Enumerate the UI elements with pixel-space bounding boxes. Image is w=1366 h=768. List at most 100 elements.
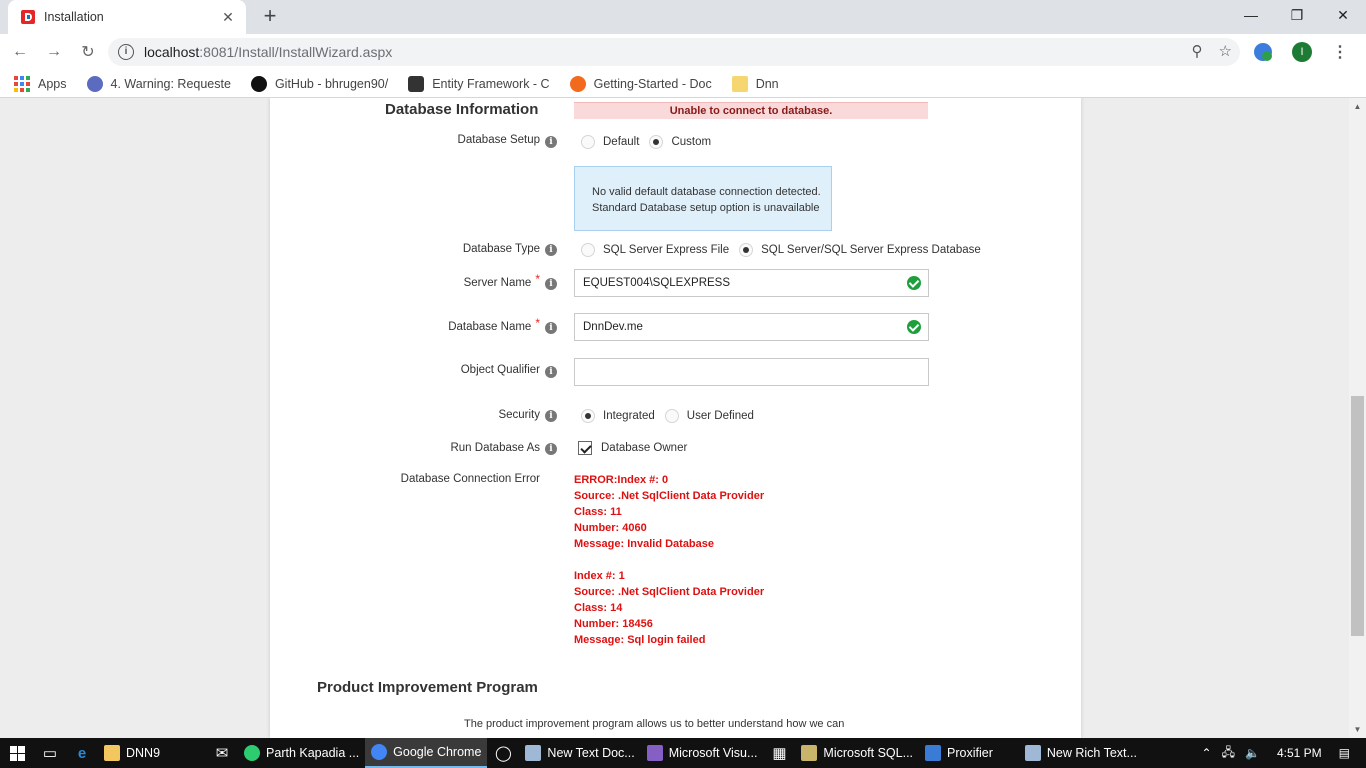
start-button[interactable] (0, 738, 34, 768)
scroll-thumb[interactable] (1351, 396, 1364, 636)
radio-integrated[interactable] (581, 409, 595, 423)
task-view-icon[interactable]: ▭ (34, 738, 66, 768)
taskbar-item-text-doc[interactable]: New Text Doc... (519, 738, 640, 768)
error-details-block-2: Index #: 1 Source: .Net SqlClient Data P… (574, 570, 765, 646)
edge-icon[interactable]: e (66, 738, 98, 768)
profile-avatar[interactable]: I (1292, 42, 1312, 62)
bookmark-dnn[interactable]: Dnn (731, 75, 779, 92)
zoom-icon[interactable]: ⚲ (1192, 42, 1203, 60)
forward-arrow-icon[interactable]: → (40, 38, 68, 66)
tray-expand-icon[interactable]: ⌃ (1202, 746, 1212, 760)
browser-toolbar: ← → ↻ i localhost:8081/Install/InstallWi… (0, 34, 1366, 70)
taskbar-item-sql[interactable]: Microsoft SQL... (795, 738, 919, 768)
help-icon[interactable]: i (545, 278, 557, 290)
minimize-button[interactable]: — (1228, 0, 1274, 30)
taskbar-item-proxifier[interactable]: Proxifier (919, 738, 999, 768)
info-message-box: No valid default database connection det… (574, 166, 832, 231)
radio-custom[interactable] (649, 135, 664, 149)
extension-globe-icon[interactable] (1254, 43, 1272, 61)
help-icon[interactable]: i (545, 410, 557, 422)
close-window-button[interactable]: ✕ (1320, 0, 1366, 30)
network-icon[interactable]: 🖧 (1222, 743, 1235, 764)
help-icon[interactable]: i (545, 443, 557, 455)
valid-check-icon (907, 320, 921, 334)
bookmark-warning[interactable]: 4. Warning: Requeste (86, 75, 231, 92)
notifications-icon[interactable]: ▤ (1339, 746, 1350, 760)
taskbar-item-visual-studio[interactable]: Microsoft Visu... (641, 738, 764, 768)
database-setup-label: Database Setup (457, 134, 540, 146)
browser-tab[interactable]: Installation ✕ (8, 0, 246, 34)
tab-close-icon[interactable]: ✕ (220, 9, 236, 26)
database-name-input[interactable]: DnnDev.me (574, 313, 929, 341)
radio-default[interactable] (581, 135, 595, 149)
restore-button[interactable]: ❐ (1274, 0, 1320, 30)
window-controls: — ❐ ✕ (1228, 0, 1366, 30)
program-description: The product improvement program allows u… (464, 718, 845, 730)
circle-app-icon[interactable]: ◯ (487, 738, 519, 768)
server-name-input[interactable]: EQUEST004\SQLEXPRESS (574, 269, 929, 297)
entity-framework-icon (408, 75, 425, 92)
radio-user-defined[interactable] (664, 409, 679, 423)
bookmarks-bar: Apps 4. Warning: Requeste GitHub - bhrug… (0, 70, 1366, 98)
section-title-database: Database Information (385, 101, 539, 118)
windows-taskbar: ▭ e DNN9 ✉ Parth Kapadia ... Google Chro… (0, 738, 1366, 768)
help-icon[interactable]: i (545, 136, 557, 148)
bookmark-github[interactable]: GitHub - bhrugen90/ (250, 75, 388, 92)
extension-area: I ⋮ (1254, 42, 1348, 62)
section-title-program: Product Improvement Program (317, 679, 538, 696)
object-qualifier-input[interactable] (574, 358, 929, 386)
url-host: localhost (144, 44, 200, 60)
clock[interactable]: 4:51 PM (1277, 746, 1322, 760)
back-arrow-icon[interactable]: ← (6, 38, 34, 66)
address-bar[interactable]: i localhost:8081/Install/InstallWizard.a… (108, 38, 1240, 66)
bookmark-apps[interactable]: Apps (14, 75, 67, 92)
database-owner-label: Database Owner (601, 442, 688, 454)
database-type-radios: SQL Server Express File SQL Server/SQL S… (581, 243, 991, 257)
apps-grid-icon (14, 75, 30, 92)
app-icon[interactable]: ▦ (763, 738, 795, 768)
database-setup-radios: Default Custom (581, 135, 721, 149)
wordpad-icon (1024, 745, 1041, 761)
connection-error-banner: Unable to connect to database. (574, 102, 928, 119)
site-info-icon[interactable]: i (118, 44, 134, 60)
taskbar-item-rich-text[interactable]: New Rich Text... (1019, 738, 1143, 768)
location-icon (244, 745, 261, 761)
tab-strip: Installation ✕ + — ❐ ✕ (0, 0, 1366, 34)
notepad-icon (525, 745, 542, 761)
help-icon[interactable]: i (545, 322, 557, 334)
radio-sql-server-database[interactable] (739, 243, 754, 257)
folder-icon (104, 745, 120, 761)
proxifier-icon (925, 745, 942, 761)
radio-sql-express-file[interactable] (581, 243, 595, 257)
dnn-favicon-icon (20, 9, 36, 25)
install-wizard-panel: Database Information Unable to connect t… (270, 98, 1081, 738)
security-label: Security (498, 409, 540, 421)
bookmark-entity-framework[interactable]: Entity Framework - C (408, 75, 550, 92)
bookmark-getting-started[interactable]: Getting-Started - Doc (569, 75, 712, 92)
help-icon[interactable]: i (545, 244, 557, 256)
security-radios: Integrated User Defined (581, 409, 764, 423)
system-tray: ⌃ 🖧 🔈 4:51 PM ▤ (1197, 738, 1366, 768)
new-tab-button[interactable]: + (258, 5, 282, 29)
database-owner-checkbox[interactable] (578, 441, 592, 455)
object-qualifier-label: Object Qualifier (460, 364, 540, 376)
volume-icon[interactable]: 🔈 (1245, 746, 1260, 760)
chrome-icon (371, 744, 388, 760)
taskbar-item-chrome[interactable]: Google Chrome (365, 738, 488, 768)
valid-check-icon (907, 276, 921, 290)
chrome-menu-icon[interactable]: ⋮ (1332, 42, 1348, 62)
help-icon[interactable]: i (545, 366, 557, 378)
reload-icon[interactable]: ↻ (74, 38, 102, 66)
windows-logo-icon (9, 745, 25, 761)
scroll-down-arrow-icon[interactable]: ▼ (1349, 721, 1366, 738)
page-scrollbar[interactable]: ▲ ▼ (1349, 98, 1366, 738)
mail-icon[interactable]: ✉ (206, 738, 238, 768)
taskbar-item-parth[interactable]: Parth Kapadia ... (238, 738, 365, 768)
run-database-as-label: Run Database As (450, 442, 540, 454)
visual-studio-icon (646, 745, 663, 761)
scroll-up-arrow-icon[interactable]: ▲ (1349, 98, 1366, 115)
bookmark-star-icon[interactable]: ☆ (1219, 42, 1232, 60)
tab-title: Installation (44, 10, 104, 24)
connection-error-label: Database Connection Error (400, 473, 540, 485)
taskbar-item-dnn9[interactable]: DNN9 (98, 738, 166, 768)
